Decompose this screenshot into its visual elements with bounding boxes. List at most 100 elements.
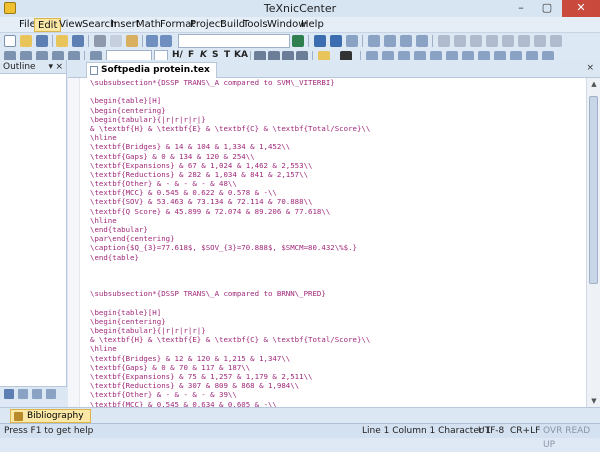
code-text[interactable]: \subsubsection*{DSSP TRANS\_A compared t… — [90, 78, 580, 407]
code-line: \end{table} — [90, 252, 139, 262]
toolbar-separator — [432, 35, 433, 47]
code-line: \subsubsection*{DSSP TRANS\_A compared t… — [90, 78, 335, 87]
typewriter-button[interactable]: T — [224, 50, 230, 60]
open-folder-icon[interactable] — [20, 35, 32, 47]
paste-icon[interactable] — [126, 35, 138, 47]
code-line: \textbf{SOV} & 53.463 & 73.134 & 72.114 … — [90, 197, 313, 207]
code-line: \hline — [90, 344, 117, 354]
tab-bibliography[interactable]: Bibliography — [10, 409, 91, 423]
help-icon[interactable] — [550, 35, 562, 47]
code-line: \textbf{Gaps} & 0 & 134 & 120 & 254\\ — [90, 151, 255, 161]
insert-reference-icon[interactable] — [486, 35, 498, 47]
sans-button[interactable]: S — [212, 50, 218, 60]
find-icon[interactable] — [292, 35, 304, 47]
spell-check-icon[interactable] — [534, 35, 546, 47]
status-bar: Press F1 to get help Line 1 Column 1 Cha… — [0, 423, 600, 450]
code-line: \textbf{Q Score} & 45.899 & 72.074 & 89.… — [90, 206, 331, 216]
bibliography-icon — [14, 412, 23, 421]
code-line: \textbf{Other} & - & - & - & 48\\ — [90, 179, 237, 189]
structure-view-icon[interactable] — [4, 389, 14, 399]
code-line: \textbf{MCC} & 0.545 & 0.622 & 0.578 & -… — [90, 188, 277, 198]
code-line: \begin{table}[H] — [90, 96, 162, 106]
new-file-icon[interactable] — [4, 35, 16, 47]
scroll-thumb[interactable] — [589, 96, 598, 284]
code-line: \begin{table}[H] — [90, 307, 162, 317]
code-line: \begin{centering} — [90, 316, 166, 326]
status-line-ending: CR+LF — [510, 426, 541, 436]
bookmark-icon[interactable] — [384, 35, 396, 47]
close-tab-icon[interactable]: × — [586, 63, 594, 73]
redo-icon[interactable] — [160, 35, 172, 47]
tab-softpedia-protein[interactable]: Softpedia protein.tex — [86, 62, 217, 78]
bookmark-prev-icon[interactable] — [416, 35, 428, 47]
code-line: \begin{tabular}{|r|r|r|r|} — [90, 326, 206, 336]
maximize-button[interactable]: ▢ — [534, 0, 560, 17]
bottom-tab-bar: Bibliography — [0, 407, 600, 423]
scroll-up-icon[interactable]: ▲ — [587, 78, 600, 90]
environments-view-icon[interactable] — [32, 389, 42, 399]
status-modes: OVR READ UP — [543, 426, 591, 450]
minimize-button[interactable]: – — [508, 0, 534, 17]
code-line: \par\end{centering} — [90, 234, 175, 244]
code-line: \textbf{Reductions} & 282 & 1,034 & 841 … — [90, 169, 309, 179]
build-icon[interactable] — [314, 35, 326, 47]
tex-file-icon — [90, 66, 98, 75]
menu-bar: File Edit View Search Insert Math Format… — [0, 17, 600, 33]
close-button[interactable]: ✕ — [562, 0, 600, 17]
build-current-icon[interactable] — [330, 35, 342, 47]
italic-button[interactable]: K — [200, 50, 207, 60]
code-line: & \textbf{H} & \textbf{E} & \textbf{C} &… — [90, 123, 371, 133]
standard-toolbar — [0, 33, 600, 49]
heading-button[interactable]: H/ — [172, 50, 183, 60]
files-view-icon[interactable] — [18, 389, 28, 399]
outline-panel: Outline ▾ × — [0, 60, 67, 400]
toolbar-separator — [362, 35, 363, 47]
objects-view-icon[interactable] — [46, 389, 56, 399]
zoom-icon[interactable] — [368, 35, 380, 47]
status-help: Press F1 to get help — [4, 426, 94, 436]
editor-area[interactable]: \subsubsection*{DSSP TRANS\_A compared t… — [68, 78, 600, 407]
code-line: \textbf{Reductions} & 307 & 809 & 868 & … — [90, 381, 300, 391]
bibliography-label: Bibliography — [27, 411, 84, 421]
code-line: \textbf{MCC} & 0.545 & 0.634 & 0.605 & -… — [90, 399, 277, 407]
document-tab-bar: Softpedia protein.tex × — [68, 60, 600, 78]
cut-icon[interactable] — [94, 35, 106, 47]
editor-gutter — [68, 78, 80, 407]
outline-footer — [0, 386, 67, 400]
title-bar: TeXnicCenter – ▢ ✕ — [0, 0, 600, 17]
open-project-icon[interactable] — [56, 35, 68, 47]
vertical-scrollbar[interactable]: ▲ ▼ — [586, 78, 600, 407]
insert-equation-icon[interactable] — [470, 35, 482, 47]
save-icon[interactable] — [36, 35, 48, 47]
bookmark-next-icon[interactable] — [400, 35, 412, 47]
close-icon[interactable]: × — [55, 60, 63, 74]
code-line: \begin{tabular}{|r|r|r|r|} — [90, 114, 206, 124]
pin-icon[interactable]: ▾ — [48, 60, 53, 74]
menu-help[interactable]: Help — [298, 18, 327, 32]
tab-label: Softpedia protein.tex — [101, 65, 210, 75]
insert-table-icon[interactable] — [438, 35, 450, 47]
code-line: \textbf{Expansions} & 75 & 1,257 & 1,179… — [90, 372, 313, 381]
small-caps-button[interactable]: KA — [234, 50, 248, 60]
insert-label-icon[interactable] — [518, 35, 530, 47]
code-line: \textbf{Other} & - & - & - & 39\\ — [90, 390, 237, 400]
toolbar-separator — [88, 35, 89, 47]
insert-figure-icon[interactable] — [454, 35, 466, 47]
scroll-down-icon[interactable]: ▼ — [587, 395, 600, 407]
toolbar-separator — [142, 35, 143, 47]
undo-icon[interactable] — [146, 35, 158, 47]
save-all-icon[interactable] — [72, 35, 84, 47]
code-line: \subsubsection*{DSSP TRANS\_A compared t… — [90, 289, 326, 299]
copy-icon[interactable] — [110, 35, 122, 47]
insert-cite-icon[interactable] — [502, 35, 514, 47]
code-line: \textbf{Bridges} & 14 & 104 & 1,334 & 1,… — [90, 142, 291, 152]
view-output-icon[interactable] — [346, 35, 358, 47]
find-combo[interactable] — [178, 34, 290, 48]
code-line: \textbf{Bridges} & 12 & 120 & 1,215 & 1,… — [90, 353, 291, 363]
bold-button[interactable]: F — [188, 50, 194, 60]
